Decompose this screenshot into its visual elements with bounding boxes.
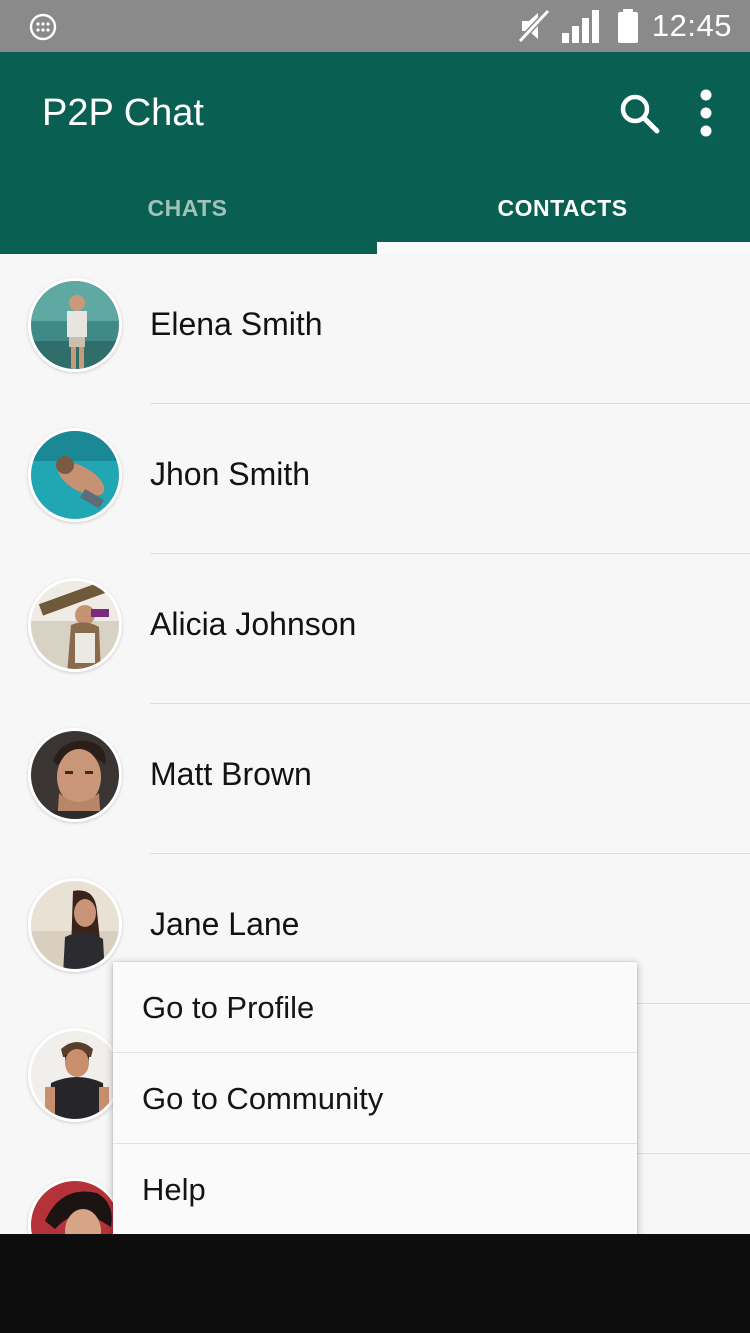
app-bar: P2P Chat CHATS CONTACTS: [0, 52, 750, 254]
navigation-bar: [0, 1234, 750, 1333]
contact-name: Jhon Smith: [150, 456, 311, 492]
contact-item[interactable]: Jhon Smith: [0, 404, 750, 554]
contact-name: Alicia Johnson: [150, 606, 357, 642]
avatar: [28, 1178, 122, 1234]
menu-item-go-to-profile[interactable]: Go to Profile: [113, 962, 637, 1053]
contact-item[interactable]: Matt Brown: [0, 704, 750, 854]
launcher-icon: [29, 13, 57, 41]
status-time: 12:45: [651, 8, 732, 43]
signal-icon: [561, 10, 599, 43]
contact-name: Elena Smith: [150, 306, 323, 342]
search-icon[interactable]: [616, 90, 664, 138]
avatar: [28, 878, 122, 972]
battery-icon: [617, 9, 638, 43]
status-bar: 12:45: [0, 0, 750, 52]
avatar: [28, 728, 122, 822]
tab-chats[interactable]: CHATS: [0, 176, 375, 254]
mute-icon: [517, 8, 551, 44]
menu-item-go-to-community[interactable]: Go to Community: [113, 1053, 637, 1144]
app-title: P2P Chat: [42, 92, 204, 134]
tab-indicator: [377, 242, 750, 254]
contact-item[interactable]: Elena Smith: [0, 254, 750, 404]
more-vert-icon[interactable]: [688, 86, 724, 142]
avatar: [28, 578, 122, 672]
contact-name: Jane Lane: [150, 906, 300, 942]
overflow-menu: Go to Profile Go to Community Help: [113, 962, 637, 1242]
menu-item-help[interactable]: Help: [113, 1144, 637, 1235]
avatar: [28, 1028, 122, 1122]
avatar: [28, 428, 122, 522]
avatar: [28, 278, 122, 372]
contact-name: Matt Brown: [150, 756, 312, 792]
contact-item[interactable]: Alicia Johnson: [0, 554, 750, 704]
